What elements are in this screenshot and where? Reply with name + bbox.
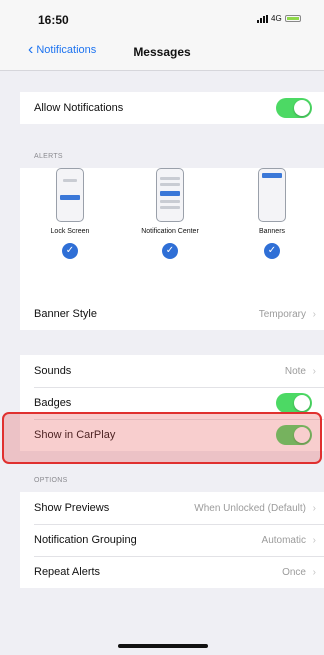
alert-option-banners[interactable]: Banners ✓: [232, 168, 312, 259]
allow-notifications-label: Allow Notifications: [34, 102, 124, 114]
status-time: 16:50: [38, 13, 69, 27]
chevron-right-icon: ›: [312, 365, 316, 377]
chevron-right-icon: ›: [312, 534, 316, 546]
toggle-knob: [294, 100, 310, 116]
options-group: Show Previews When Unlocked (Default) › …: [20, 492, 324, 588]
badges-toggle[interactable]: [276, 393, 312, 413]
show-previews-value: When Unlocked (Default): [194, 502, 306, 514]
alert-option-label: Notification Center: [141, 228, 199, 235]
banner-style-row[interactable]: Banner Style Temporary ›: [20, 298, 324, 330]
alert-option-label: Banners: [258, 228, 286, 235]
alerts-group: Lock Screen ✓ Notification Center ✓ Bann…: [20, 168, 324, 298]
network-type: 4G: [271, 14, 282, 23]
badges-label: Badges: [34, 397, 72, 409]
sounds-row[interactable]: Sounds Note ›: [20, 355, 324, 387]
allow-notifications-toggle[interactable]: [276, 98, 312, 118]
highlight-box: [2, 412, 322, 464]
alert-option-notification-center[interactable]: Notification Center ✓: [130, 168, 210, 259]
chevron-right-icon: ›: [312, 308, 316, 320]
home-indicator[interactable]: [118, 644, 208, 648]
status-bar: 16:50 4G: [0, 0, 324, 34]
lock-screen-preview-icon: [56, 168, 84, 222]
chevron-right-icon: ›: [312, 502, 316, 514]
options-section-header: OPTIONS: [34, 477, 68, 484]
checkmark-icon: ✓: [264, 243, 280, 259]
battery-icon: [284, 15, 301, 22]
show-previews-row[interactable]: Show Previews When Unlocked (Default) ›: [20, 492, 324, 524]
banner-style-label: Banner Style: [34, 308, 97, 320]
sounds-label: Sounds: [34, 365, 72, 377]
show-previews-label: Show Previews: [34, 502, 110, 514]
checkmark-icon: ✓: [162, 243, 178, 259]
checkmark-icon: ✓: [62, 243, 78, 259]
allow-notifications-row: Allow Notifications: [20, 92, 324, 124]
status-indicators: 4G: [257, 14, 301, 23]
repeat-alerts-label: Repeat Alerts: [34, 566, 101, 578]
allow-notifications-group: Allow Notifications: [20, 92, 324, 124]
notification-grouping-row[interactable]: Notification Grouping Automatic ›: [20, 524, 324, 556]
banners-preview-icon: [258, 168, 286, 222]
notification-grouping-label: Notification Grouping: [34, 534, 137, 546]
toggle-knob: [294, 395, 310, 411]
alert-option-lock-screen[interactable]: Lock Screen ✓: [30, 168, 110, 259]
alert-option-label: Lock Screen: [50, 228, 90, 235]
notification-grouping-value: Automatic: [261, 534, 306, 546]
alerts-section-header: ALERTS: [34, 153, 63, 160]
page-title: Messages: [133, 45, 191, 59]
nav-bar: ‹ Notifications Messages: [0, 34, 324, 71]
notification-center-preview-icon: [156, 168, 184, 222]
repeat-alerts-value: Once: [282, 566, 306, 578]
banner-style-group: Banner Style Temporary ›: [20, 298, 324, 330]
banner-style-value: Temporary: [258, 308, 306, 320]
signal-icon: [257, 14, 268, 23]
sounds-value: Note: [284, 365, 306, 377]
chevron-right-icon: ›: [312, 566, 316, 578]
repeat-alerts-row[interactable]: Repeat Alerts Once ›: [20, 556, 324, 588]
